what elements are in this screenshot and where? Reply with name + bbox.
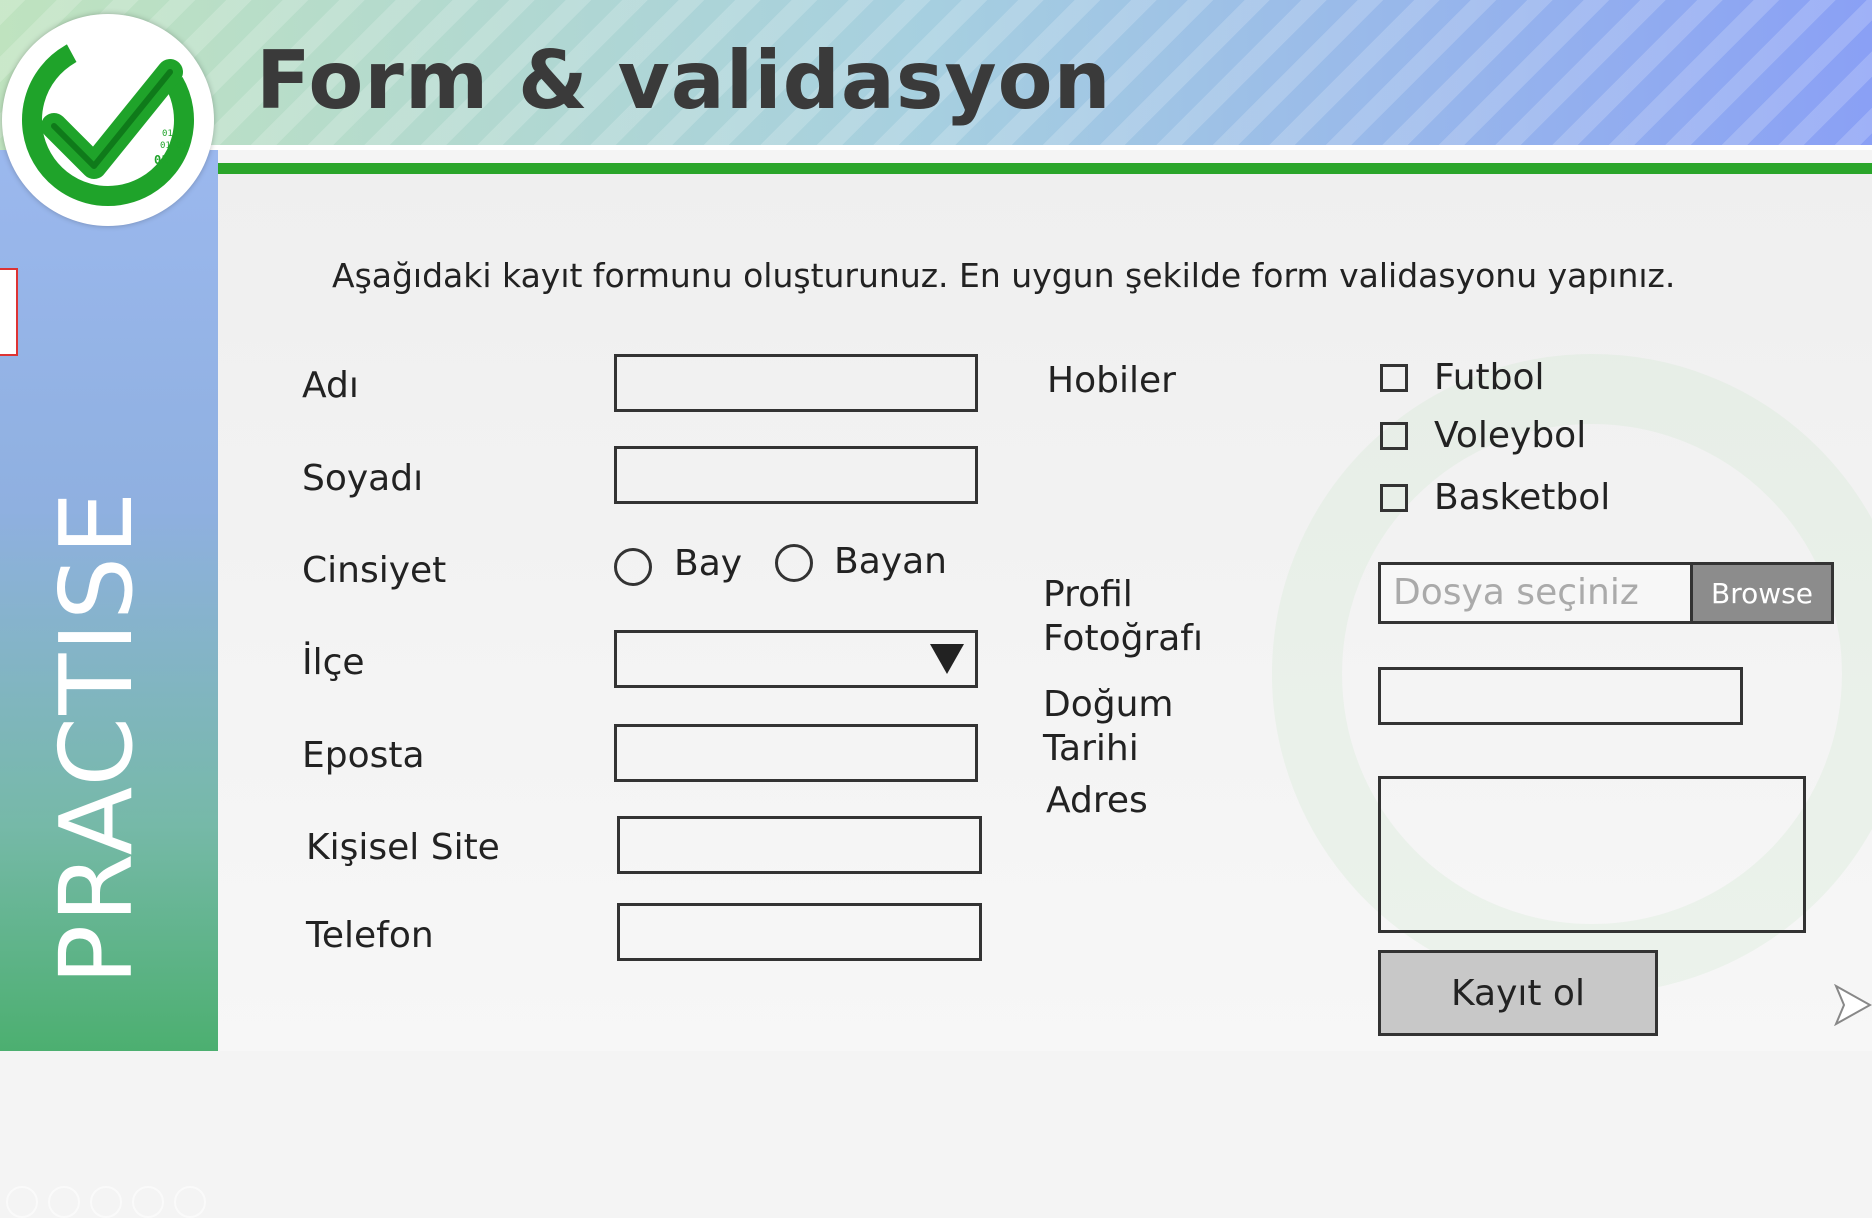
next-slide-icon[interactable] [1834, 984, 1872, 1026]
page-title: Form & validasyon [256, 34, 1112, 127]
submit-button[interactable]: Kayıt ol [1378, 950, 1658, 1036]
phone-label: Telefon [306, 915, 434, 956]
hobby-checkbox-basketbol[interactable] [1380, 484, 1408, 512]
last-name-label: Soyadı [302, 458, 424, 499]
address-label: Adres [1046, 780, 1148, 821]
phone-input[interactable] [617, 903, 982, 961]
hobby-label-voleybol: Voleybol [1434, 415, 1587, 456]
first-name-input[interactable] [614, 354, 978, 412]
district-select[interactable] [614, 630, 978, 688]
nav-back-icon[interactable] [6, 1186, 38, 1218]
binary-text-2: 01 01 [160, 141, 187, 151]
hobby-label-futbol: Futbol [1434, 357, 1545, 398]
gender-radio-bay[interactable] [614, 548, 652, 586]
binary-text-1: 01 [162, 129, 173, 139]
nav-slides-icon[interactable] [90, 1186, 122, 1218]
hobby-checkbox-voleybol[interactable] [1380, 422, 1408, 450]
photo-label-line2: Fotoğrafı [1043, 618, 1203, 659]
photo-file-placeholder: Dosya seçiniz [1393, 572, 1639, 613]
gender-label: Cinsiyet [302, 550, 447, 591]
gender-option-bay: Bay [674, 543, 743, 584]
slide-nav-icons[interactable] [6, 1186, 206, 1218]
hobbies-label: Hobiler [1047, 360, 1176, 401]
header-divider-white [210, 145, 1872, 150]
instruction-text: Aşağıdaki kayıt formunu oluşturunuz. En … [332, 256, 1676, 295]
email-label: Eposta [302, 735, 425, 776]
email-input[interactable] [614, 724, 978, 782]
chevron-down-icon[interactable] [930, 644, 964, 674]
nav-pen-icon[interactable] [48, 1186, 80, 1218]
district-label: İlçe [302, 642, 365, 683]
binary-text-3: 01 [154, 153, 168, 167]
checkmark-binary-logo: 01 01 01 01 [2, 14, 214, 226]
first-name-label: Adı [302, 365, 359, 406]
nav-more-icon[interactable] [174, 1186, 206, 1218]
last-name-input[interactable] [614, 446, 978, 504]
website-input[interactable] [617, 816, 982, 874]
header-divider-green [210, 163, 1872, 174]
nav-zoom-icon[interactable] [132, 1186, 164, 1218]
birthdate-label-line1: Doğum [1043, 684, 1174, 725]
website-label: Kişisel Site [306, 827, 500, 868]
gender-option-bayan: Bayan [834, 541, 947, 582]
side-thumbnail [0, 268, 18, 356]
address-textarea[interactable] [1378, 776, 1806, 933]
practise-label: PRACTISE [38, 489, 155, 985]
birthdate-input[interactable] [1378, 667, 1743, 725]
hobby-checkbox-futbol[interactable] [1380, 364, 1408, 392]
hobby-label-basketbol: Basketbol [1434, 477, 1611, 518]
checkmark-icon: 01 01 01 01 [21, 33, 194, 206]
birthdate-label-line2: Tarihi [1043, 728, 1139, 769]
gender-radio-bayan[interactable] [775, 544, 813, 582]
header-banner: Form & validasyon [0, 0, 1872, 150]
photo-label-line1: Profil [1043, 574, 1133, 615]
browse-button[interactable]: Browse [1690, 562, 1834, 624]
